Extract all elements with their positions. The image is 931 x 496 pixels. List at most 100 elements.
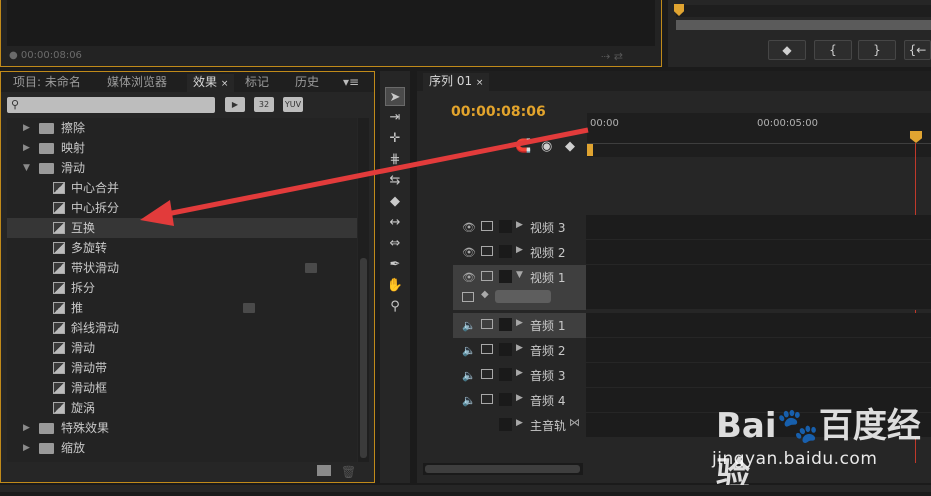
- tab-media-browser[interactable]: 媒体浏览器: [101, 74, 173, 92]
- track-content[interactable]: [586, 215, 931, 240]
- speaker-icon[interactable]: 🔈: [462, 394, 476, 407]
- eye-icon[interactable]: 👁: [462, 271, 476, 284]
- 32bit-filter[interactable]: 32: [254, 97, 274, 112]
- expand-icon[interactable]: ▶: [23, 418, 30, 438]
- lock-toggle[interactable]: [499, 245, 512, 258]
- speaker-icon[interactable]: 🔈: [462, 319, 476, 332]
- rate-stretch-tool-icon[interactable]: ⇆: [385, 171, 405, 190]
- go-to-in-button[interactable]: {←: [904, 40, 931, 60]
- tab-sequence[interactable]: 序列 01 ×: [423, 73, 490, 91]
- tree-folder[interactable]: ▶ 擦除: [7, 118, 357, 138]
- program-scroll-bar[interactable]: [676, 20, 931, 30]
- lock-toggle[interactable]: [499, 393, 512, 406]
- mark-out-button[interactable]: }: [858, 40, 896, 60]
- track-header[interactable]: 🔈 ▶ 音频 4: [453, 388, 586, 413]
- timeline-hscroll-thumb[interactable]: [425, 465, 580, 473]
- tree-folder[interactable]: ▼ 滑动: [7, 158, 357, 178]
- source-export-icons[interactable]: ⇢ ⇄: [601, 50, 623, 63]
- tree-effect[interactable]: 滑动: [7, 338, 357, 358]
- film-icon[interactable]: [481, 369, 493, 379]
- film-icon[interactable]: [481, 271, 493, 281]
- tree-effect-selected[interactable]: 互换: [7, 218, 357, 238]
- lock-toggle[interactable]: [499, 368, 512, 381]
- speaker-icon[interactable]: 🔈: [462, 344, 476, 357]
- tree-effect[interactable]: 多旋转: [7, 238, 357, 258]
- lock-toggle[interactable]: [499, 220, 512, 233]
- track-header[interactable]: 🔈 ▶ 音频 3: [453, 363, 586, 388]
- effects-search-input[interactable]: ⚲: [7, 97, 215, 113]
- track-content[interactable]: [586, 313, 931, 338]
- expand-icon[interactable]: ▶: [516, 318, 523, 328]
- tab-history[interactable]: 历史: [289, 74, 325, 92]
- expand-icon[interactable]: ▶: [23, 138, 30, 158]
- track-header[interactable]: ▶ 主音轨 ⋈: [453, 413, 586, 438]
- tree-effect[interactable]: 中心合并: [7, 178, 357, 198]
- tree-scroll-thumb[interactable]: [360, 258, 367, 458]
- add-marker-button[interactable]: ◆: [768, 40, 806, 60]
- snap-icon[interactable]: 🧲: [515, 139, 531, 154]
- mark-in-button[interactable]: {: [814, 40, 852, 60]
- track-header[interactable]: 👁 ▶ 视频 3: [453, 215, 586, 240]
- track-select-tool-icon[interactable]: ⇥: [385, 108, 405, 127]
- tab-effects[interactable]: 效果 ×: [187, 74, 235, 92]
- slip-tool-icon[interactable]: ↔: [385, 213, 405, 232]
- tab-markers[interactable]: 标记: [239, 74, 275, 92]
- keyframe-icon[interactable]: ◆: [481, 289, 489, 300]
- add-marker-icon[interactable]: ◆: [565, 139, 575, 154]
- tree-effect[interactable]: 滑动带: [7, 358, 357, 378]
- expand-icon[interactable]: ▶: [516, 343, 523, 353]
- track-header[interactable]: 🔈 ▶ 音频 1: [453, 313, 586, 338]
- selection-tool-icon[interactable]: ➤: [385, 87, 405, 106]
- lock-toggle[interactable]: [499, 270, 512, 283]
- expand-icon[interactable]: ▶: [516, 418, 523, 428]
- rolling-edit-tool-icon[interactable]: ⋕: [385, 150, 405, 169]
- expand-icon[interactable]: ▶: [516, 220, 523, 230]
- track-header[interactable]: 👁 ▶ 视频 2: [453, 240, 586, 265]
- slide-tool-icon[interactable]: ⇔: [385, 234, 405, 253]
- film-icon[interactable]: [481, 344, 493, 354]
- speaker-icon[interactable]: 🔈: [462, 369, 476, 382]
- hand-tool-icon[interactable]: ✋: [385, 276, 405, 295]
- film-icon[interactable]: [481, 319, 493, 329]
- eye-icon[interactable]: 👁: [462, 221, 476, 234]
- collapse-icon[interactable]: ▼: [23, 158, 30, 178]
- tree-effect[interactable]: 推: [7, 298, 357, 318]
- film-icon[interactable]: [481, 221, 493, 231]
- expand-icon[interactable]: ▶: [516, 245, 523, 255]
- track-content[interactable]: [586, 240, 931, 265]
- zoom-tool-icon[interactable]: ⚲: [385, 297, 405, 316]
- tree-effect[interactable]: 滑动框: [7, 378, 357, 398]
- delete-icon[interactable]: 🗑: [341, 465, 356, 479]
- timeline-ruler[interactable]: 00:00 00:00:05:00: [587, 113, 931, 157]
- lock-toggle[interactable]: [499, 318, 512, 331]
- expand-icon[interactable]: ▶: [516, 368, 523, 378]
- track-content[interactable]: [586, 265, 931, 310]
- ripple-edit-tool-icon[interactable]: ✛: [385, 129, 405, 148]
- program-ruler[interactable]: [676, 5, 931, 17]
- keyframe-navigator[interactable]: [495, 290, 551, 303]
- display-style-icon[interactable]: [462, 292, 474, 302]
- film-icon[interactable]: [481, 246, 493, 256]
- track-content[interactable]: [586, 338, 931, 363]
- lock-toggle[interactable]: [499, 418, 512, 431]
- expand-icon[interactable]: ▶: [23, 438, 30, 458]
- tree-effect[interactable]: 拆分: [7, 278, 357, 298]
- timeline-timecode[interactable]: 00:00:08:06: [451, 104, 546, 120]
- close-icon[interactable]: ×: [221, 79, 229, 89]
- collapse-icon[interactable]: ▼: [516, 270, 523, 280]
- tree-effect[interactable]: 旋涡: [7, 398, 357, 418]
- tree-folder[interactable]: ▶ 映射: [7, 138, 357, 158]
- tree-effect[interactable]: 带状滑动: [7, 258, 357, 278]
- eye-icon[interactable]: 👁: [462, 246, 476, 259]
- lock-toggle[interactable]: [499, 343, 512, 356]
- pen-tool-icon[interactable]: ✒: [385, 255, 405, 274]
- accelerated-effects-filter-icon[interactable]: ▶: [225, 97, 245, 112]
- panel-menu-icon[interactable]: ▾≡: [337, 74, 365, 92]
- work-area-start[interactable]: [587, 144, 593, 156]
- expand-icon[interactable]: ▶: [516, 393, 523, 403]
- yuv-filter[interactable]: YUV: [283, 97, 303, 112]
- close-icon[interactable]: ×: [476, 78, 484, 88]
- sequence-marker-icon[interactable]: ◉: [541, 139, 552, 154]
- film-icon[interactable]: [481, 394, 493, 404]
- tree-effect[interactable]: 斜线滑动: [7, 318, 357, 338]
